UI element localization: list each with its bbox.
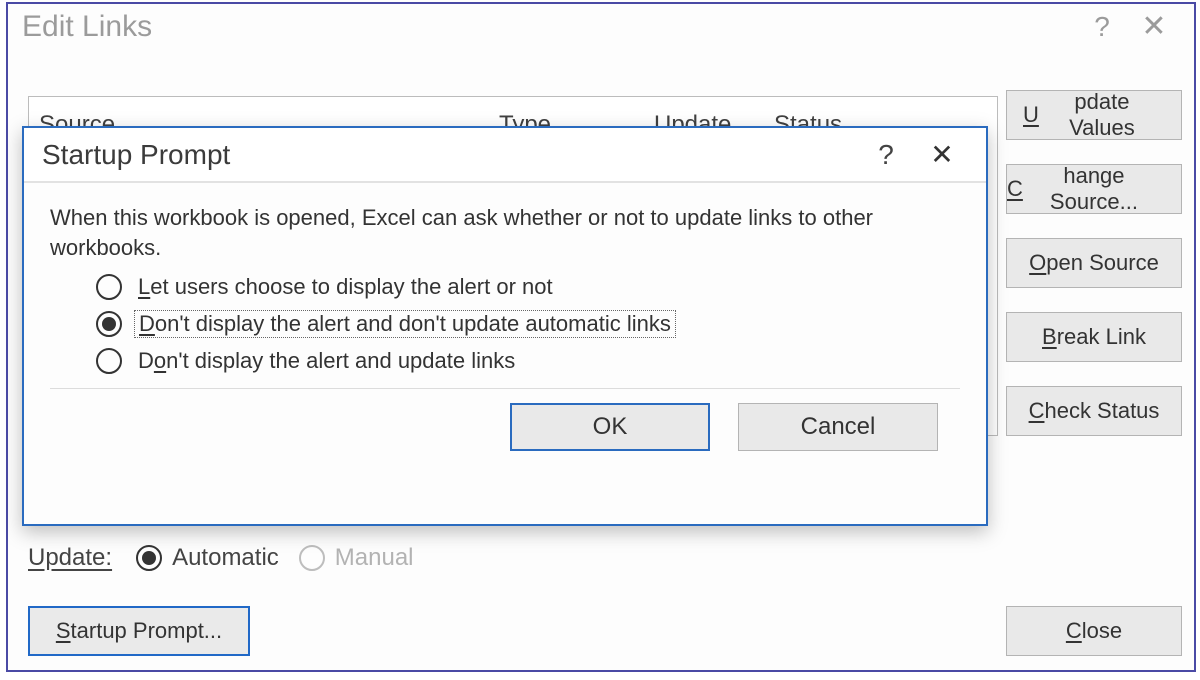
option-accel: o [154,348,166,373]
option-rest: n't display the alert and update links [166,348,515,373]
open-source-label: pen Source [1046,250,1159,276]
update-manual-label: Manual [335,544,414,572]
close-accel: C [1066,618,1082,644]
option-accel: D [139,311,155,336]
check-status-label: heck Status [1044,398,1159,424]
break-link-button[interactable]: Break Link [1006,312,1182,362]
edit-links-title: Edit Links [22,10,1076,44]
cancel-button[interactable]: Cancel [738,403,938,451]
option-label: Let users choose to display the alert or… [134,274,557,300]
update-auto-rest: utomatic [188,544,279,571]
option-dont-alert-dont-update[interactable]: Don't display the alert and don't update… [96,310,960,338]
break-link-accel: B [1042,324,1057,350]
close-label: lose [1082,618,1122,644]
open-source-accel: O [1029,250,1046,276]
close-button[interactable]: Close [1006,606,1182,656]
option-label: Don't display the alert and update links [134,348,519,374]
side-buttons: Update Values Change Source... Open Sour… [1006,90,1182,436]
update-automatic-radio[interactable]: Automatic [136,544,279,572]
update-values-accel: U [1023,102,1039,128]
option-prefix: D [138,348,154,373]
radio-unselected-icon [96,348,122,374]
startup-prompt-buttons: OK Cancel [50,389,960,451]
change-source-accel: C [1007,176,1023,202]
ok-button[interactable]: OK [510,403,710,451]
check-status-accel: C [1029,398,1045,424]
startup-prompt-accel: S [56,618,71,644]
radio-unselected-icon [96,274,122,300]
option-rest: et users choose to display the alert or … [150,274,552,299]
radio-selected-icon [96,311,122,337]
update-values-button[interactable]: Update Values [1006,90,1182,140]
option-dont-alert-update[interactable]: Don't display the alert and update links [96,348,960,374]
startup-prompt-button[interactable]: Startup Prompt... [28,606,250,656]
option-accel: L [138,274,150,299]
radio-selected-icon [136,545,162,571]
help-icon[interactable]: ? [856,139,916,171]
help-icon[interactable]: ? [1076,13,1128,41]
update-values-label: pdate Values [1039,89,1165,141]
change-source-button[interactable]: Change Source... [1006,164,1182,214]
open-source-button[interactable]: Open Source [1006,238,1182,288]
update-auto-accel: A [172,544,188,571]
edit-links-titlebar: Edit Links ? ✕ [8,4,1194,56]
startup-prompt-description: When this workbook is opened, Excel can … [50,203,960,262]
break-link-label: reak Link [1057,324,1146,350]
update-automatic-label: Automatic [172,544,279,572]
check-status-button[interactable]: Check Status [1006,386,1182,436]
option-rest: on't display the alert and don't update … [155,311,671,336]
option-label: Don't display the alert and don't update… [134,310,676,338]
update-mode-row: Update: Automatic Manual [28,544,414,572]
close-icon[interactable]: ✕ [916,138,968,171]
startup-prompt-label: tartup Prompt... [71,618,223,644]
radio-unselected-icon [299,545,325,571]
startup-prompt-title: Startup Prompt [42,139,856,171]
change-source-label: hange Source... [1023,163,1165,215]
startup-prompt-body: When this workbook is opened, Excel can … [24,183,986,461]
update-label: Update: [28,544,112,572]
startup-prompt-titlebar: Startup Prompt ? ✕ [24,128,986,183]
startup-prompt-options: Let users choose to display the alert or… [96,274,960,374]
option-let-users-choose[interactable]: Let users choose to display the alert or… [96,274,960,300]
update-manual-radio: Manual [299,544,414,572]
startup-prompt-dialog: Startup Prompt ? ✕ When this workbook is… [22,126,988,526]
close-icon[interactable]: ✕ [1128,12,1180,42]
